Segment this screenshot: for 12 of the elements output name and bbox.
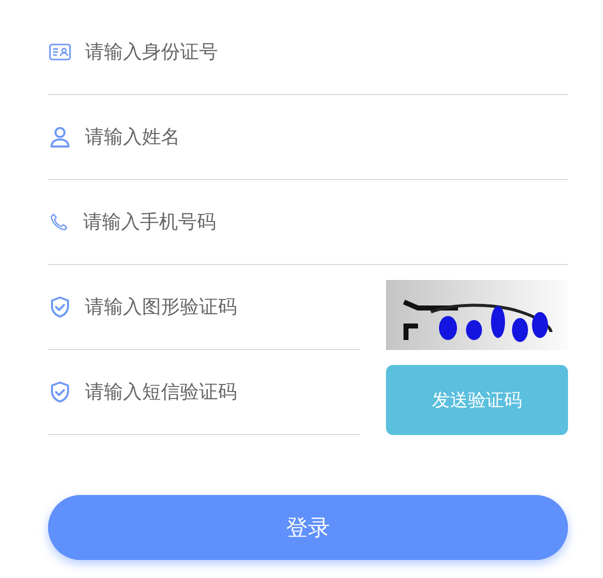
id-card-icon [49, 43, 71, 61]
input-field[interactable]: 请输入短信验证码 [85, 381, 345, 403]
send-code-button[interactable]: 发送验证码 [386, 365, 568, 435]
phone-icon [49, 212, 69, 232]
login-button[interactable]: 登录 [48, 495, 568, 560]
input-field[interactable]: 请输入手机号码 [83, 211, 343, 233]
input-field[interactable]: 请输入姓名 [85, 126, 345, 148]
shield-check-icon [49, 381, 71, 403]
shield-check-icon [49, 296, 71, 318]
input-field[interactable]: 请输入图形验证码 [85, 296, 345, 318]
input-field[interactable]: 请输入身份证号 [85, 41, 345, 63]
user-icon [49, 126, 71, 148]
